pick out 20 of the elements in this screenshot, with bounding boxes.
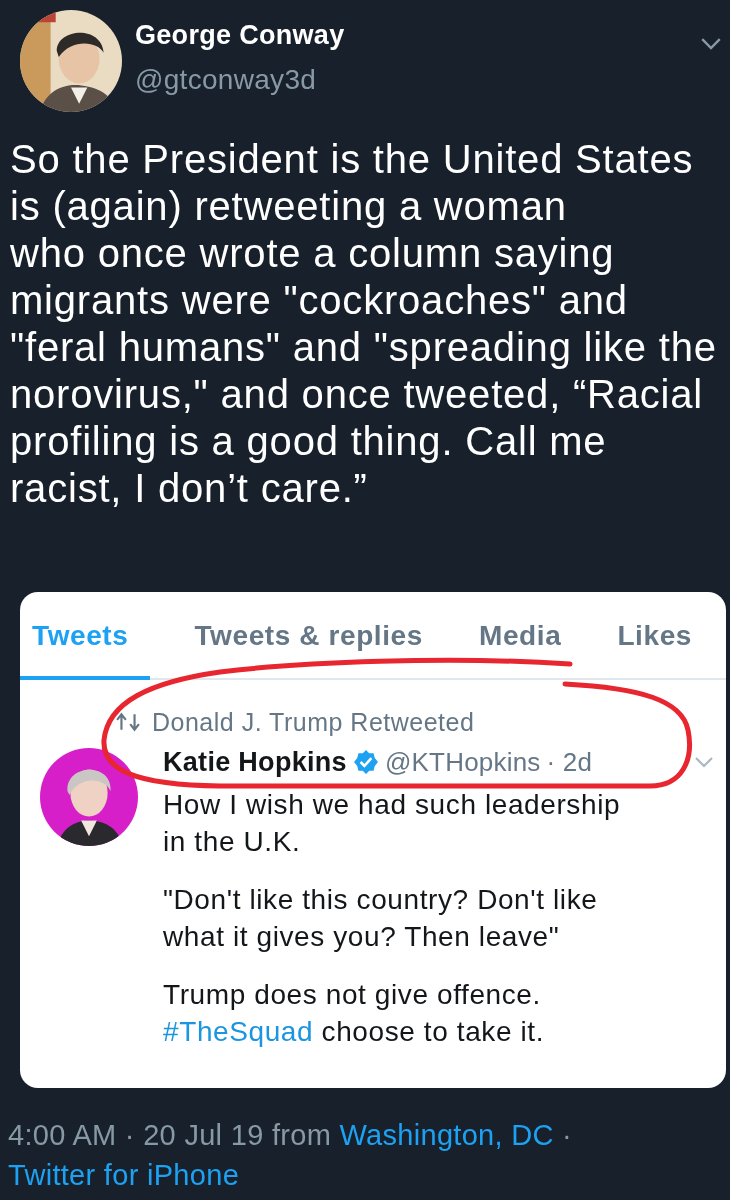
quoted-tweet-text: How I wish we had such leadership in the U.K.	[163, 788, 622, 859]
author-handle: @gtconway3d	[135, 63, 318, 96]
retweet-note: Donald J. Trump Retweeted	[152, 707, 475, 737]
quoted-tweet-text: Trump does not give offence. #TheSquad choose to take it.	[163, 978, 546, 1049]
profile-tab[interactable]: Tweets & replies	[182, 592, 435, 680]
tweet-author-name: Katie Hopkins	[163, 746, 347, 778]
tweet-author-handle: @KTHopkins	[384, 746, 541, 778]
meta-link[interactable]: Twitter for iPhone	[8, 1159, 240, 1191]
retweet-icon	[116, 712, 140, 732]
author-name: George Conway	[135, 19, 346, 51]
profile-tab[interactable]: Media	[467, 592, 574, 680]
meta-link[interactable]: Washington, DC	[339, 1119, 554, 1151]
quoted-tweet-text: "Don't like this country? Don't like what it gives you? Then leave"	[163, 883, 599, 954]
hashtag-link[interactable]: #TheSquad	[163, 1016, 314, 1047]
tweet-text: So the President is the United States is (again) retweeting a woman who once wrote a column saying migrants were "cockroaches" and "feral humans" and "spreading like the norovirus," and once tweeted, “Racial profiling is a good thing. Call me racist, I don’t care.”	[10, 136, 718, 512]
chevron-down-icon[interactable]	[700, 36, 722, 50]
tweet-time: · 2d	[546, 746, 593, 778]
tweet-meta: 4:00 AM · 20 Jul 19 from Washington, DC · Twitter for iPhone	[8, 1118, 574, 1193]
profile-tab[interactable]: Likes	[605, 592, 704, 680]
profile-tab[interactable]: Tweets	[20, 592, 151, 680]
